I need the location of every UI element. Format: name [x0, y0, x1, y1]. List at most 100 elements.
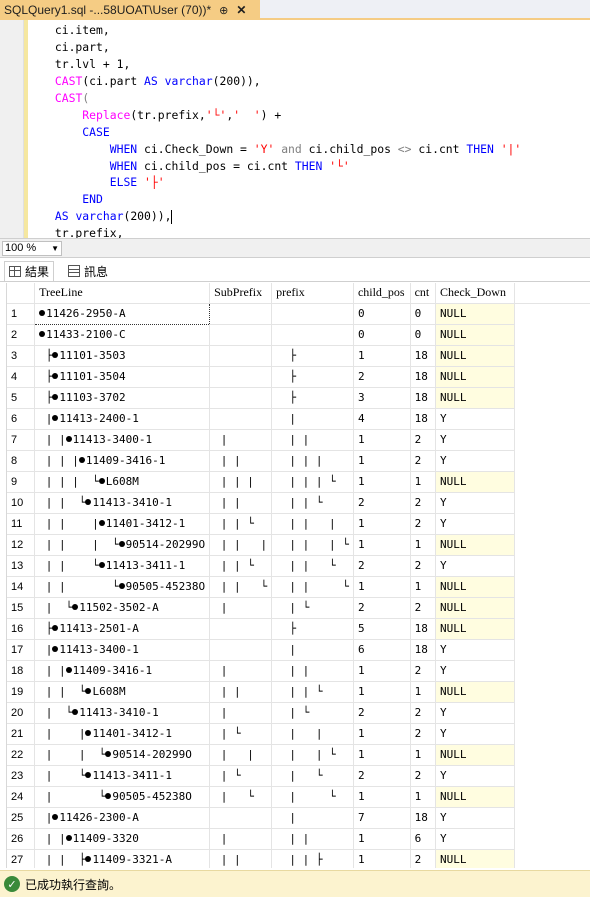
row-number[interactable]: 9 [7, 471, 36, 493]
cell-treeline[interactable]: | └ 90505-45238O [34, 786, 211, 808]
code-line[interactable]: CAST( [0, 90, 521, 107]
cell-treeline[interactable]: | | 11409-3416-1 [34, 660, 211, 682]
cell-check-down[interactable]: NULL [435, 471, 515, 493]
chevron-down-icon[interactable]: ▼ [51, 242, 59, 255]
cell-treeline[interactable]: | | | └ L608M [34, 471, 211, 493]
cell-prefix[interactable]: ├ [271, 345, 354, 367]
cell-prefix[interactable]: | [271, 639, 354, 661]
cell-check-down[interactable]: NULL [435, 387, 515, 409]
cell-check-down[interactable]: Y [435, 702, 515, 724]
cell-check-down[interactable]: Y [435, 408, 515, 430]
code-line[interactable]: AS varchar(200)), [0, 208, 521, 225]
cell-treeline[interactable]: | | ├ 11409-3321-A [34, 849, 211, 868]
cell-cnt[interactable]: 1 [410, 744, 436, 766]
row-number[interactable]: 23 [7, 765, 36, 787]
row-number[interactable]: 1 [7, 303, 36, 325]
code-line[interactable]: WHEN ci.Check_Down = 'Y' and ci.child_po… [0, 141, 522, 158]
sql-code[interactable]: ci.item, ci.part, tr.lvl + 1, CAST(ci.pa… [0, 22, 521, 238]
cell-prefix[interactable]: ├ [271, 366, 354, 388]
table-row[interactable]: 18 | | 11409-3416-1 | | | 1 2 Y [7, 660, 590, 682]
cell-child-pos[interactable]: 2 [353, 702, 411, 724]
table-row[interactable]: 21 | | 11401-3412-1 | └ | | 1 2 Y [7, 723, 590, 745]
cell-check-down[interactable]: NULL [435, 744, 515, 766]
cell-child-pos[interactable]: 1 [353, 660, 411, 682]
cell-subprefix[interactable]: | [209, 702, 273, 724]
row-number[interactable]: 25 [7, 807, 36, 829]
cell-check-down[interactable]: NULL [435, 618, 515, 640]
row-number[interactable]: 22 [7, 744, 36, 766]
cell-child-pos[interactable]: 2 [353, 366, 411, 388]
cell-cnt[interactable]: 2 [410, 555, 436, 577]
table-row[interactable]: 27 | | ├ 11409-3321-A | | | | ├ 1 2 NULL [7, 849, 590, 868]
table-row[interactable]: 24 | └ 90505-45238O | └ | └ 1 1 NULL [7, 786, 590, 808]
cell-prefix[interactable]: | | └ [271, 576, 354, 598]
column-header-check-down[interactable]: Check_Down [435, 283, 515, 304]
cell-subprefix[interactable]: | | [209, 681, 273, 703]
cell-prefix[interactable]: ├ [271, 387, 354, 409]
cell-subprefix[interactable] [209, 387, 273, 409]
row-number[interactable]: 3 [7, 345, 36, 367]
cell-cnt[interactable]: 2 [410, 429, 436, 451]
column-header-subprefix[interactable]: SubPrefix [209, 283, 273, 304]
cell-check-down[interactable]: NULL [435, 597, 515, 619]
cell-prefix[interactable]: | | | [271, 513, 354, 535]
cell-subprefix[interactable]: | | [209, 744, 273, 766]
row-number[interactable]: 6 [7, 408, 36, 430]
table-row[interactable]: 3 ├ 11101-3503 ├ 1 18 NULL [7, 345, 590, 367]
cell-check-down[interactable]: Y [435, 513, 515, 535]
table-row[interactable]: 22 | | └ 90514-20299O | | | | └ 1 1 NULL [7, 744, 590, 766]
cell-subprefix[interactable]: | | └ [209, 576, 273, 598]
table-row[interactable]: 13 | | └ 11413-3411-1 | | └ | | └ 2 2 Y [7, 555, 590, 577]
cell-check-down[interactable]: Y [435, 807, 515, 829]
cell-check-down[interactable]: Y [435, 555, 515, 577]
cell-child-pos[interactable]: 2 [353, 555, 411, 577]
code-line[interactable]: tr.prefix, [0, 225, 521, 238]
cell-subprefix[interactable]: | | [209, 450, 273, 472]
cell-child-pos[interactable]: 2 [353, 765, 411, 787]
cell-child-pos[interactable]: 1 [353, 681, 411, 703]
cell-treeline[interactable]: ├ 11103-3702 [34, 387, 211, 409]
row-number[interactable]: 7 [7, 429, 36, 451]
table-row[interactable]: 5 ├ 11103-3702 ├ 3 18 NULL [7, 387, 590, 409]
cell-child-pos[interactable]: 1 [353, 471, 411, 493]
cell-prefix[interactable]: | | [271, 828, 354, 850]
cell-treeline[interactable]: ├ 11413-2501-A [34, 618, 211, 640]
cell-treeline[interactable]: ├ 11101-3504 [34, 366, 211, 388]
cell-check-down[interactable]: Y [435, 450, 515, 472]
cell-subprefix[interactable]: | └ [209, 765, 273, 787]
cell-subprefix[interactable] [209, 366, 273, 388]
cell-cnt[interactable]: 2 [410, 849, 436, 868]
cell-prefix[interactable]: ├ [271, 618, 354, 640]
cell-subprefix[interactable]: | └ [209, 786, 273, 808]
cell-cnt[interactable]: 1 [410, 786, 436, 808]
cell-subprefix[interactable] [209, 807, 273, 829]
cell-cnt[interactable]: 1 [410, 471, 436, 493]
cell-treeline[interactable]: | | └ 11413-3410-1 [34, 492, 211, 514]
cell-treeline[interactable]: | | 11401-3412-1 [34, 723, 211, 745]
cell-child-pos[interactable]: 1 [353, 744, 411, 766]
row-number[interactable]: 21 [7, 723, 36, 745]
column-header-treeline[interactable]: TreeLine [34, 283, 211, 304]
table-row[interactable]: 14 | | └ 90505-45238O | | └ | | └ 1 1 NULL [7, 576, 590, 598]
row-number[interactable]: 19 [7, 681, 36, 703]
results-grid[interactable]: TreeLine SubPrefix prefix child_pos cnt … [6, 283, 590, 868]
cell-cnt[interactable]: 1 [410, 576, 436, 598]
column-header-cnt[interactable]: cnt [410, 283, 436, 304]
cell-check-down[interactable]: NULL [435, 786, 515, 808]
cell-check-down[interactable]: Y [435, 828, 515, 850]
row-number[interactable]: 10 [7, 492, 36, 514]
cell-child-pos[interactable]: 0 [353, 324, 411, 346]
cell-check-down[interactable]: NULL [435, 324, 515, 346]
table-row[interactable]: 11 | | | 11401-3412-1 | | └ | | | 1 2 Y [7, 513, 590, 535]
table-row[interactable]: 15 | └ 11502-3502-A | | └ 2 2 NULL [7, 597, 590, 619]
row-number[interactable]: 14 [7, 576, 36, 598]
table-row[interactable]: 2 11433-2100-C 0 0 NULL [7, 324, 590, 346]
cell-prefix[interactable]: | | └ [271, 492, 354, 514]
cell-prefix[interactable]: | | [271, 429, 354, 451]
table-row[interactable]: 16 ├ 11413-2501-A ├ 5 18 NULL [7, 618, 590, 640]
row-number[interactable]: 16 [7, 618, 36, 640]
table-row[interactable]: 6 | 11413-2400-1 | 4 18 Y [7, 408, 590, 430]
cell-child-pos[interactable]: 1 [353, 849, 411, 868]
cell-prefix[interactable]: | [271, 807, 354, 829]
table-row[interactable]: 20 | └ 11413-3410-1 | | └ 2 2 Y [7, 702, 590, 724]
